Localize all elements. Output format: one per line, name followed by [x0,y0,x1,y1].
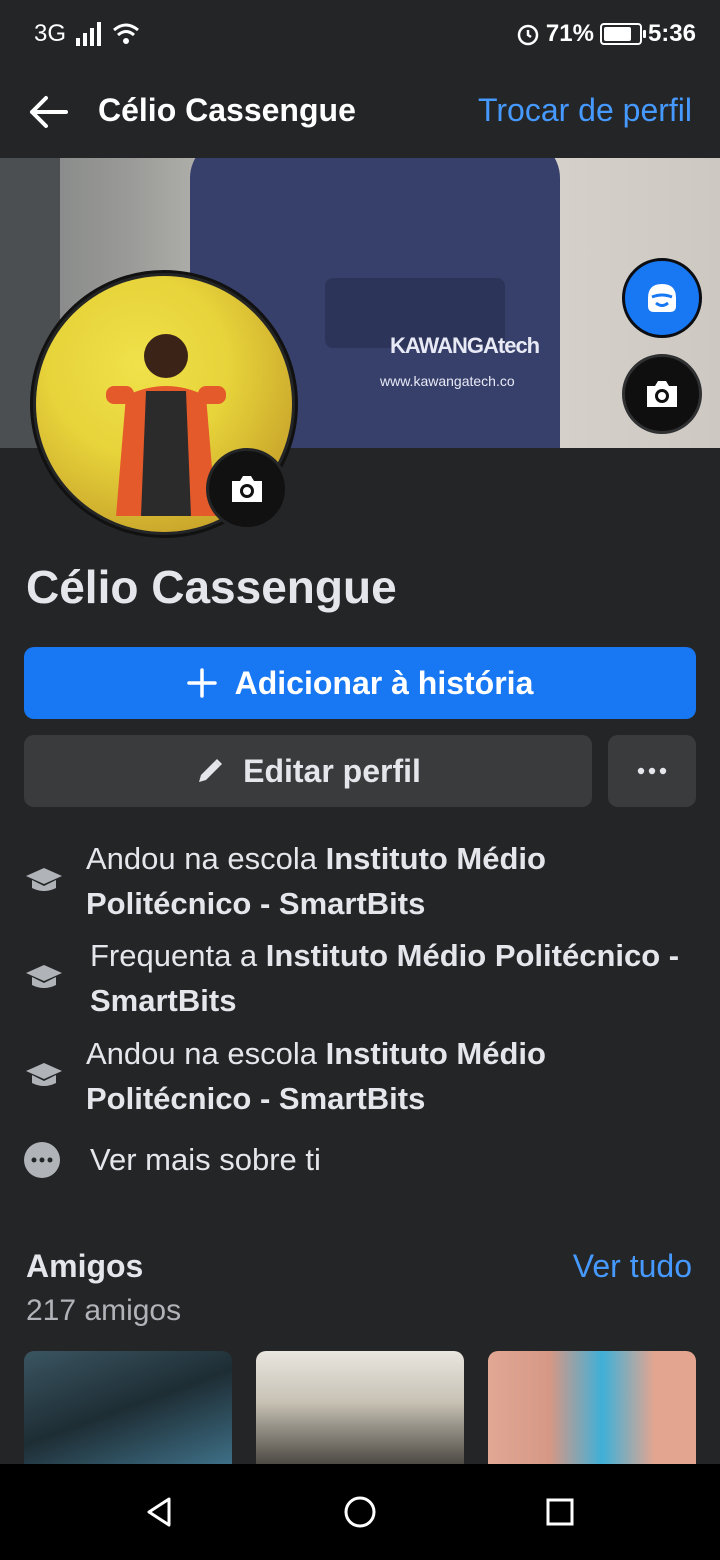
wifi-icon [113,23,139,44]
graduation-cap-icon [26,868,62,891]
add-to-story-button[interactable]: Adicionar à história [24,647,696,719]
info-text: Andou na escola Instituto Médio Politécn… [86,1036,546,1116]
battery-percent: 71% [545,20,594,47]
page-title: Célio Cassengue [98,92,356,128]
battery-icon [599,23,646,45]
status-left: 3G [34,20,140,48]
pencil-icon [199,759,223,782]
alarm-icon [517,24,539,46]
back-nav-icon[interactable] [143,1495,177,1529]
friend-card[interactable] [24,1351,232,1464]
signal-icon [76,22,102,46]
avatar-creator-button[interactable] [622,258,702,338]
status-bar: 3G 71% 5:36 [0,0,720,70]
switch-profile-link[interactable]: Trocar de perfil [478,92,692,129]
home-nav-icon[interactable] [343,1495,377,1529]
friend-card[interactable] [488,1351,696,1464]
recents-nav-icon[interactable] [543,1495,577,1529]
top-app-bar: Célio Cassengue Trocar de perfil [0,70,720,159]
see-more-label: Ver mais sobre ti [90,1142,321,1177]
camera-icon [647,381,677,407]
camera-icon [232,476,262,502]
edit-profile-button[interactable]: Editar perfil [24,735,592,807]
info-education-row[interactable]: Andou na escola Instituto Médio Politécn… [24,1031,696,1121]
more-circle-icon [24,1142,60,1178]
friends-title: Amigos [26,1248,144,1284]
info-text: Andou na escola Instituto Médio Politécn… [86,841,546,921]
see-all-friends-link[interactable]: Ver tudo [573,1248,692,1285]
add-to-story-label: Adicionar à história [234,664,534,701]
edit-profile-picture-button[interactable] [206,448,288,530]
plus-icon [186,668,217,698]
network-type: 3G [34,20,67,47]
info-education-row[interactable]: Frequenta a Instituto Médio Politécnico … [24,933,696,1023]
back-arrow-icon[interactable] [26,90,70,134]
profile-name: Célio Cassengue [26,561,397,613]
avatar-face-icon [648,284,676,312]
friends-count: 217 amigos [26,1294,182,1327]
graduation-cap-icon [26,1063,62,1086]
edit-profile-label: Editar perfil [243,752,421,789]
more-dots-icon [637,767,667,775]
edit-cover-button[interactable] [622,354,702,434]
system-nav-bar [0,1464,720,1560]
cover-brand-text: KAWANGAtech [390,333,540,358]
clock: 5:36 [647,20,696,47]
info-text: Frequenta a Instituto Médio Politécnico … [90,938,680,1018]
graduation-cap-icon [26,965,62,988]
friend-card[interactable] [256,1351,464,1464]
see-more-about-button[interactable]: Ver mais sobre ti [24,1142,321,1178]
status-right: 71% 5:36 [516,20,696,48]
info-education-row[interactable]: Andou na escola Instituto Médio Politécn… [24,836,696,926]
more-options-button[interactable] [608,735,696,807]
cover-url-text: www.kawangatech.co [380,373,515,389]
